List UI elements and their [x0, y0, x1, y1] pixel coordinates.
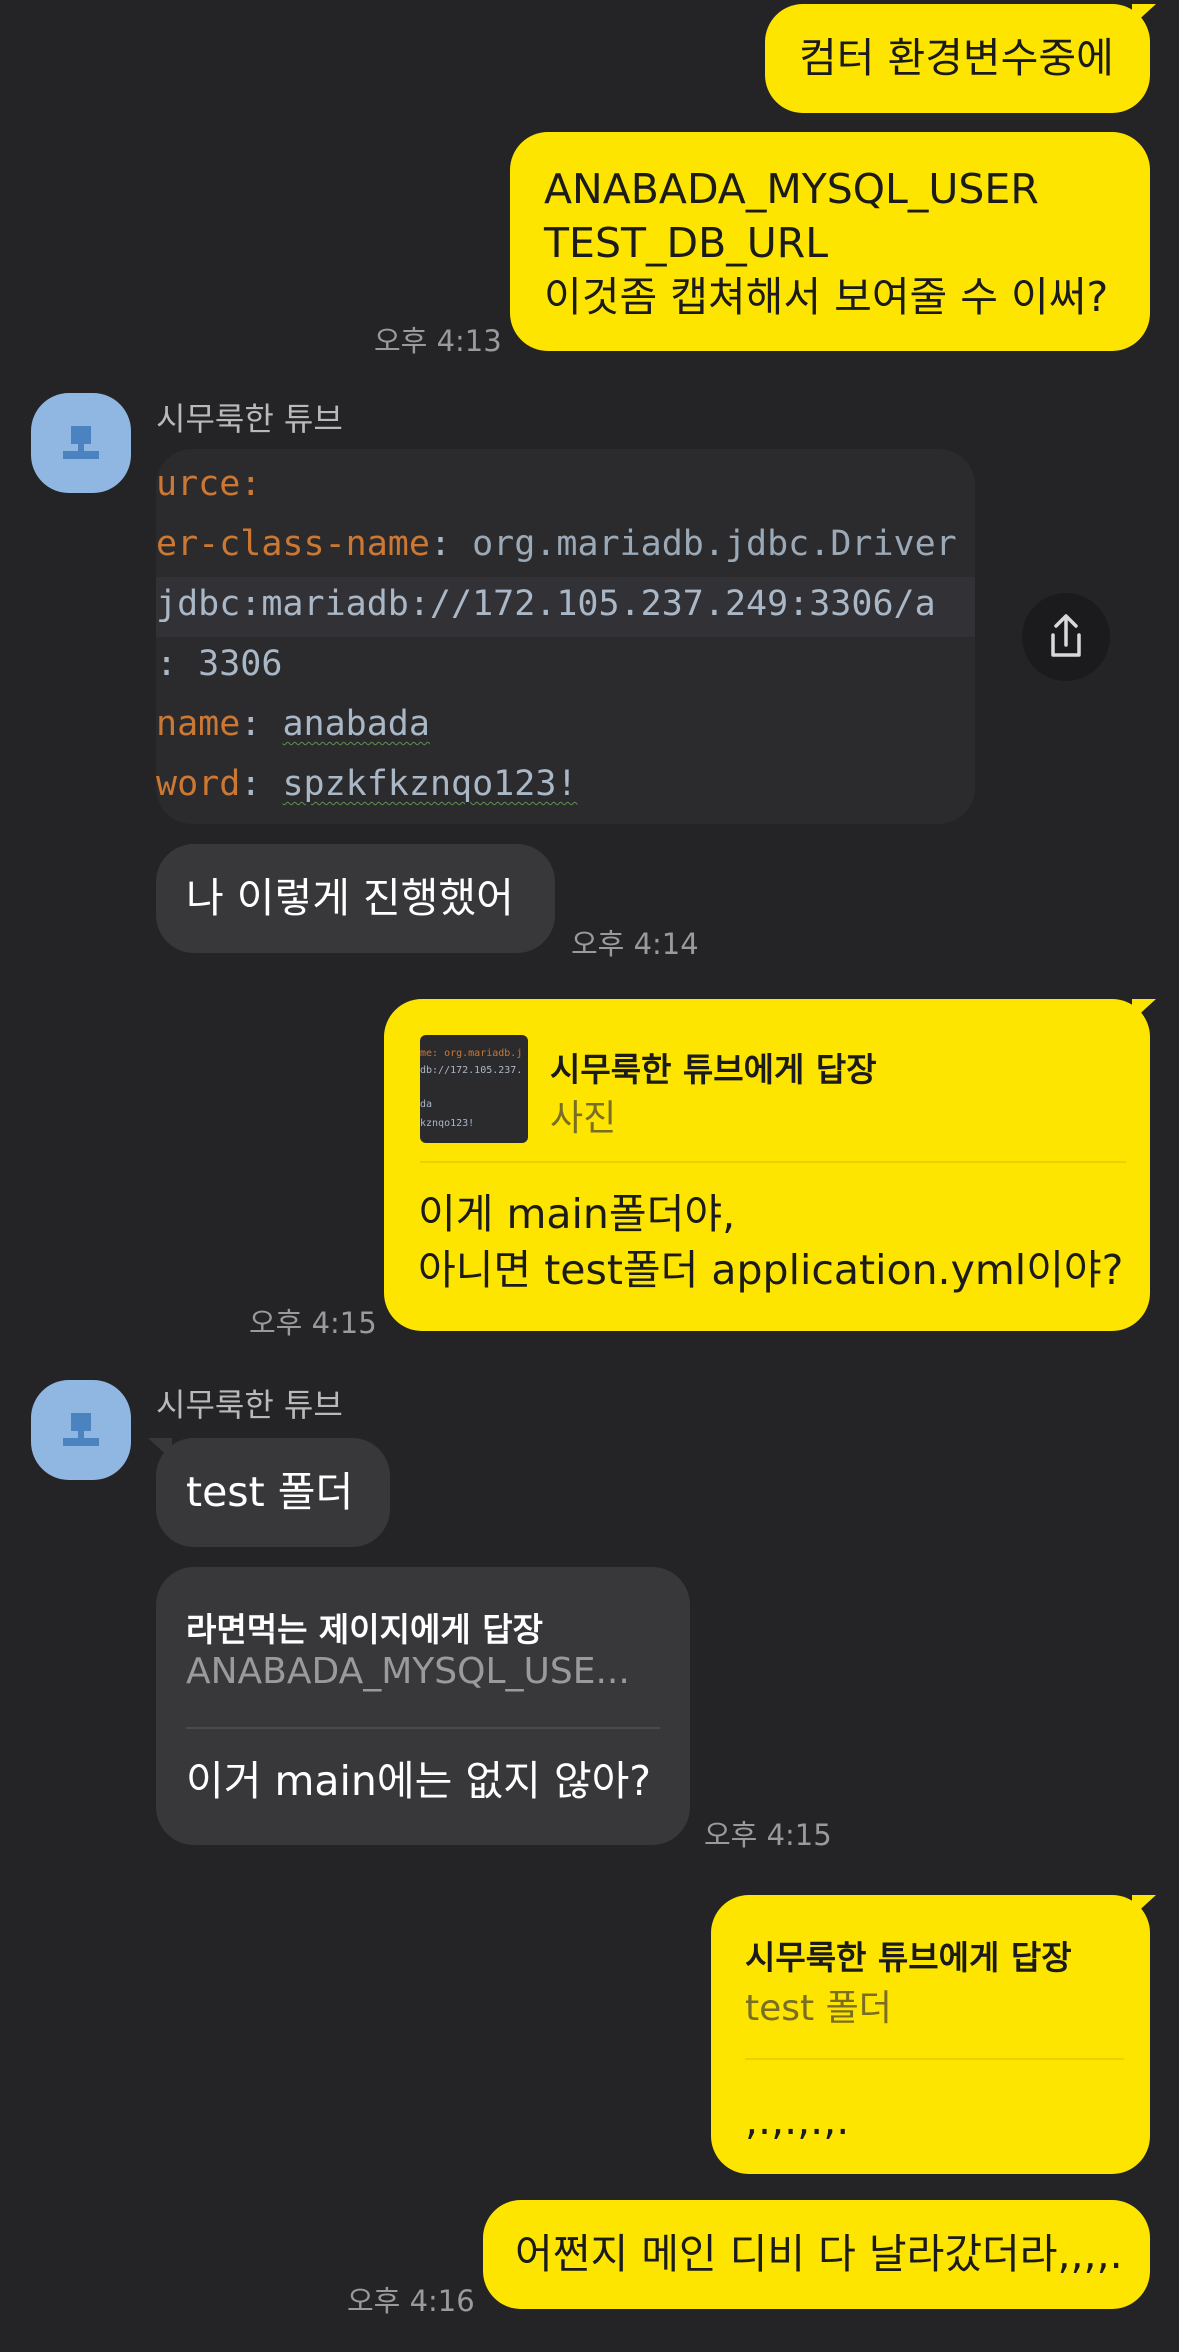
- code-line: name: anabada: [156, 704, 430, 744]
- message-time: 오후 4:14: [571, 927, 699, 961]
- bubble-tail: [1132, 4, 1156, 26]
- share-icon: [1051, 614, 1081, 657]
- reply-title: 라면먹는 제이지에게 답장: [186, 1610, 543, 1649]
- message-text: ,.,.,.,.: [745, 2096, 850, 2144]
- reply-preview: test 폴더: [745, 1988, 892, 2029]
- reply-divider: [420, 1161, 1126, 1163]
- code-line: : 3306: [156, 644, 283, 684]
- message-text: test 폴더: [186, 1468, 354, 1516]
- message-time: 오후 4:13: [374, 324, 502, 358]
- message-time: 오후 4:16: [347, 2284, 475, 2318]
- message-time: 오후 4:15: [704, 1818, 832, 1852]
- message-text: 컴터 환경변수중에: [799, 34, 1114, 82]
- message-time: 오후 4:15: [249, 1306, 377, 1340]
- default-profile-icon: [63, 1413, 99, 1446]
- bubble-tail: [1132, 999, 1156, 1021]
- their-reply-bubble[interactable]: 라면먹는 제이지에게 답장 ANABADA_MYSQL_USE... 이거 ma…: [156, 1567, 690, 1845]
- code-line: er-class-name: org.mariadb.jdbc.Driver: [156, 524, 957, 564]
- message-text: 나 이렇게 진행했어: [186, 874, 514, 922]
- reply-divider: [745, 2058, 1124, 2060]
- share-button[interactable]: [1022, 593, 1110, 681]
- their-message-bubble[interactable]: 나 이렇게 진행했어: [156, 844, 555, 953]
- bubble-tail: [1132, 1895, 1156, 1917]
- avatar[interactable]: [31, 393, 131, 493]
- reply-divider: [186, 1727, 660, 1729]
- message-line: TEST_DB_URL: [544, 219, 829, 267]
- message-text: 이거 main에는 없지 않아?: [186, 1757, 652, 1805]
- my-message-bubble[interactable]: ANABADA_MYSQL_USER TEST_DB_URL 이것좀 캡쳐해서 …: [510, 132, 1150, 351]
- reply-preview: ANABADA_MYSQL_USE...: [186, 1651, 630, 1692]
- avatar[interactable]: [31, 1380, 131, 1480]
- my-message-bubble[interactable]: 어쩐지 메인 디비 다 날라갔더라,,,,.: [483, 2200, 1150, 2309]
- message-line: 아니면 test폴더 application.yml이야?: [418, 1246, 1124, 1294]
- reply-preview: 사진: [550, 1098, 617, 1139]
- message-line: 이게 main폴더야,: [418, 1190, 736, 1238]
- message-text: 어쩐지 메인 디비 다 날라갔더라,,,,.: [515, 2230, 1123, 2278]
- default-profile-icon: [63, 426, 99, 459]
- reply-thumbnail[interactable]: me: org.mariadb.j db://172.105.237. da k…: [420, 1035, 528, 1143]
- code-line: jdbc:mariadb://172.105.237.249:3306/a: [156, 584, 936, 624]
- code-line: urce:: [156, 464, 262, 504]
- my-message-bubble[interactable]: 컴터 환경변수중에: [765, 4, 1156, 113]
- sender-name: 시무룩한 튜브: [156, 400, 343, 438]
- reply-title: 시무룩한 튜브에게 답장: [745, 1938, 1072, 1977]
- bubble-tail: [148, 1438, 172, 1460]
- their-message-bubble[interactable]: test 폴더: [148, 1438, 390, 1547]
- my-reply-bubble[interactable]: me: org.mariadb.j db://172.105.237. da k…: [384, 999, 1156, 1331]
- reply-title: 시무룩한 튜브에게 답장: [550, 1050, 877, 1089]
- code-line: word: spzkfkznqo123!: [156, 764, 578, 804]
- my-reply-bubble[interactable]: 시무룩한 튜브에게 답장 test 폴더 ,.,.,.,.: [711, 1895, 1156, 2174]
- sender-name: 시무룩한 튜브: [156, 1386, 343, 1424]
- code-screenshot-image[interactable]: urce: er-class-name: org.mariadb.jdbc.Dr…: [156, 449, 975, 824]
- message-line: ANABADA_MYSQL_USER: [544, 165, 1039, 213]
- message-line: 이것좀 캡쳐해서 보여줄 수 이써?: [544, 273, 1109, 321]
